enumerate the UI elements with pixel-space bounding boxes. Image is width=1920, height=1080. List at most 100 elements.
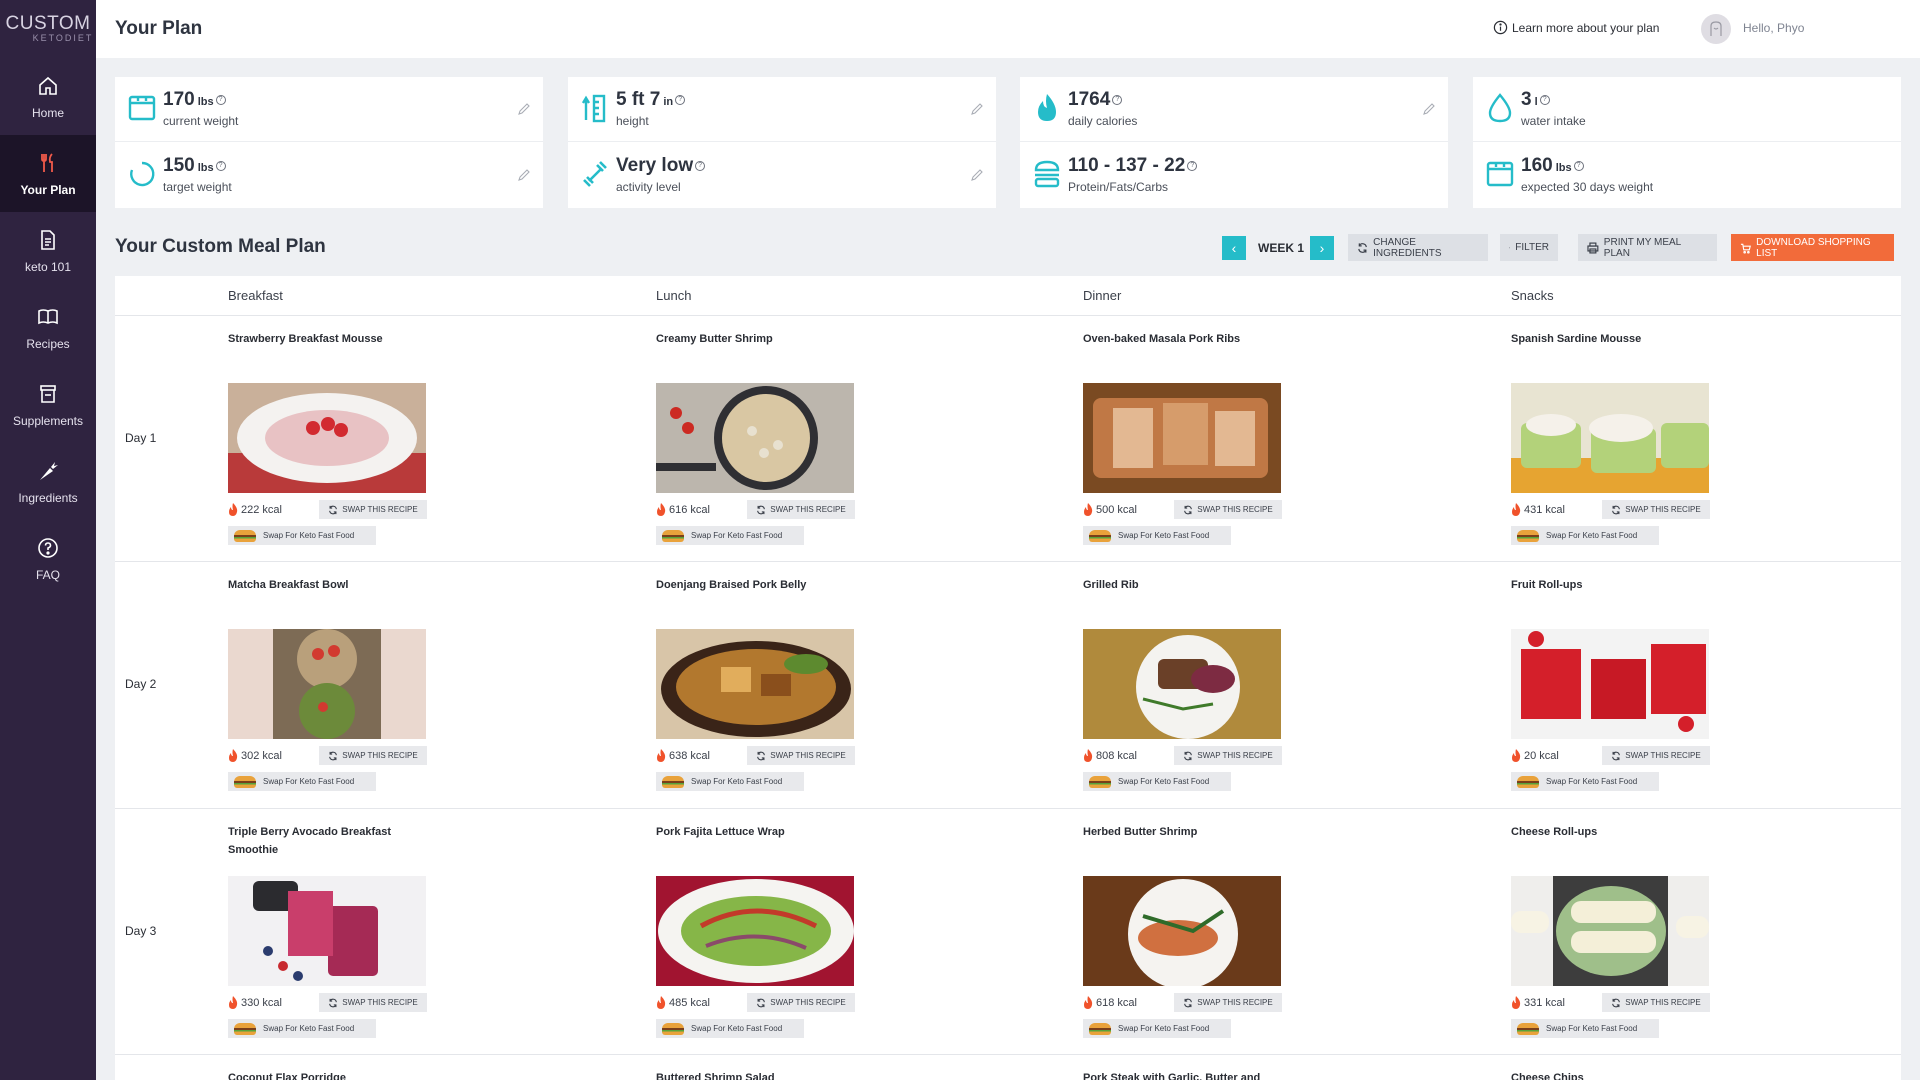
edit-pencil-icon[interactable]	[517, 102, 531, 116]
swap-fast-food-button[interactable]: Swap For Keto Fast Food	[1511, 772, 1659, 791]
brand-logo[interactable]: CUSTOM KETODIET	[0, 0, 96, 58]
avatar[interactable]	[1701, 14, 1731, 44]
prev-week-button[interactable]: ‹	[1222, 236, 1246, 260]
sidebar-item-faq[interactable]: FAQ	[0, 520, 96, 597]
sidebar: CUSTOM KETODIET Home Your Plan keto 101 …	[0, 0, 96, 1080]
meal-cell: Cheese Roll-ups 331 kcal Swap This Recipe S…	[1511, 823, 1711, 1043]
flame-icon	[657, 749, 666, 762]
sidebar-item-supplements[interactable]: Supplements	[0, 366, 96, 443]
recipe-photo[interactable]	[656, 876, 854, 986]
recipe-name[interactable]: Spanish Sardine Mousse	[1511, 330, 1711, 366]
recipe-photo[interactable]	[228, 383, 426, 493]
sidebar-item-keto-101[interactable]: keto 101	[0, 212, 96, 289]
column-header-lunch: Lunch	[656, 288, 692, 303]
sidebar-item-ingredients[interactable]: Ingredients	[0, 443, 96, 520]
swap-fast-food-button[interactable]: Swap For Keto Fast Food	[656, 526, 804, 545]
flame-icon	[1084, 749, 1093, 762]
recipe-photo[interactable]	[228, 876, 426, 986]
recipe-photo[interactable]	[228, 629, 426, 739]
swap-fast-food-button[interactable]: Swap For Keto Fast Food	[1083, 1019, 1231, 1038]
recipe-photo[interactable]	[1511, 629, 1709, 739]
calories: 618 kcal	[1083, 996, 1137, 1009]
edit-pencil-icon[interactable]	[970, 102, 984, 116]
swap-recipe-button[interactable]: Swap This Recipe	[1174, 993, 1282, 1012]
filter-icon	[1509, 246, 1511, 249]
recipe-name[interactable]: Creamy Butter Shrimp	[656, 330, 856, 366]
swap-fast-food-button[interactable]: Swap For Keto Fast Food	[656, 772, 804, 791]
sidebar-item-your-plan[interactable]: Your Plan	[0, 135, 96, 212]
swap-recipe-button[interactable]: Swap This Recipe	[319, 500, 427, 519]
change-ingredients-button[interactable]: Change Ingredients	[1348, 234, 1488, 261]
recipe-name[interactable]: Fruit Roll-ups	[1511, 576, 1711, 612]
print-meal-plan-button[interactable]: Print My Meal Plan	[1578, 234, 1717, 261]
recipe-name[interactable]: Matcha Breakfast Bowl	[228, 576, 428, 612]
edit-pencil-icon[interactable]	[970, 168, 984, 182]
calories: 20 kcal	[1511, 749, 1559, 762]
swap-recipe-button[interactable]: Swap This Recipe	[1174, 500, 1282, 519]
recipe-photo[interactable]	[656, 383, 854, 493]
swap-fast-food-button[interactable]: Swap For Keto Fast Food	[1511, 1019, 1659, 1038]
recipe-name[interactable]: Coconut Flax Porridge	[228, 1069, 428, 1080]
scale-icon	[128, 95, 156, 121]
filter-button[interactable]: Filter	[1500, 234, 1558, 261]
swap-recipe-button[interactable]: Swap This Recipe	[1602, 993, 1710, 1012]
swap-fast-food-button[interactable]: Swap For Keto Fast Food	[228, 526, 376, 545]
calories: 485 kcal	[656, 996, 710, 1009]
swap-recipe-button[interactable]: Swap This Recipe	[747, 500, 855, 519]
burger-icon	[662, 1022, 684, 1035]
recipe-photo[interactable]	[1083, 876, 1281, 986]
swap-recipe-button[interactable]: Swap This Recipe	[319, 993, 427, 1012]
recipe-name[interactable]: Doenjang Braised Pork Belly	[656, 576, 856, 612]
recipe-name[interactable]: Herbed Butter Shrimp	[1083, 823, 1283, 859]
recipe-name[interactable]: Cheese Chips	[1511, 1069, 1711, 1080]
swap-fast-food-button[interactable]: Swap For Keto Fast Food	[656, 1019, 804, 1038]
swap-fast-food-button[interactable]: Swap For Keto Fast Food	[1083, 526, 1231, 545]
swap-recipe-button[interactable]: Swap This Recipe	[1602, 746, 1710, 765]
recipe-name[interactable]: Pork Fajita Lettuce Wrap	[656, 823, 856, 859]
recipe-photo[interactable]	[1511, 383, 1709, 493]
burger-icon	[1517, 1022, 1539, 1035]
column-header-breakfast: Breakfast	[228, 288, 283, 303]
recipe-name[interactable]: Pork Steak with Garlic, Butter and	[1083, 1069, 1283, 1080]
refresh-icon	[757, 998, 766, 1007]
sidebar-item-recipes[interactable]: Recipes	[0, 289, 96, 366]
column-header-snacks: Snacks	[1511, 288, 1554, 303]
download-shopping-list-button[interactable]: Download Shopping List	[1731, 234, 1894, 261]
recipe-photo[interactable]	[1083, 383, 1281, 493]
recipe-name[interactable]: Grilled Rib	[1083, 576, 1283, 612]
stat-label: water intake	[1521, 114, 1586, 128]
calories: 330 kcal	[228, 996, 282, 1009]
utensils-icon	[41, 152, 53, 172]
recipe-name[interactable]: Strawberry Breakfast Mousse	[228, 330, 428, 366]
swap-recipe-button[interactable]: Swap This Recipe	[747, 746, 855, 765]
learn-more-link[interactable]: Learn more about your plan	[1493, 20, 1659, 35]
recipe-photo[interactable]	[1083, 629, 1281, 739]
swap-fast-food-button[interactable]: Swap For Keto Fast Food	[1511, 526, 1659, 545]
stat-label: target weight	[163, 180, 232, 194]
sidebar-item-home[interactable]: Home	[0, 58, 96, 135]
refresh-icon	[1612, 751, 1621, 760]
recipe-photo[interactable]	[1511, 876, 1709, 986]
meal-cell: Herbed Butter Shrimp 618 kcal Swap This Re…	[1083, 823, 1283, 1043]
recipe-name[interactable]: Buttered Shrimp Salad	[656, 1069, 856, 1080]
recipe-photo[interactable]	[656, 629, 854, 739]
recipe-name[interactable]: Triple Berry Avocado Breakfast Smoothie	[228, 823, 428, 859]
sidebar-item-label: Home	[31, 105, 64, 120]
carrot-icon	[40, 461, 58, 480]
swap-fast-food-button[interactable]: Swap For Keto Fast Food	[228, 1019, 376, 1038]
swap-fast-food-button[interactable]: Swap For Keto Fast Food	[1083, 772, 1231, 791]
next-week-button[interactable]: ›	[1310, 236, 1334, 260]
flame-icon	[1084, 996, 1093, 1009]
swap-recipe-button[interactable]: Swap This Recipe	[747, 993, 855, 1012]
swap-fast-food-button[interactable]: Swap For Keto Fast Food	[228, 772, 376, 791]
recipe-name[interactable]: Cheese Roll-ups	[1511, 823, 1711, 859]
swap-recipe-button[interactable]: Swap This Recipe	[1602, 500, 1710, 519]
recipe-name[interactable]: Oven-baked Masala Pork Ribs	[1083, 330, 1283, 366]
swap-recipe-button[interactable]: Swap This Recipe	[1174, 746, 1282, 765]
swap-recipe-button[interactable]: Swap This Recipe	[319, 746, 427, 765]
flame-icon	[1038, 94, 1056, 121]
refresh-icon	[1184, 505, 1193, 514]
edit-pencil-icon[interactable]	[517, 168, 531, 182]
refresh-icon	[329, 751, 338, 760]
edit-pencil-icon[interactable]	[1422, 102, 1436, 116]
